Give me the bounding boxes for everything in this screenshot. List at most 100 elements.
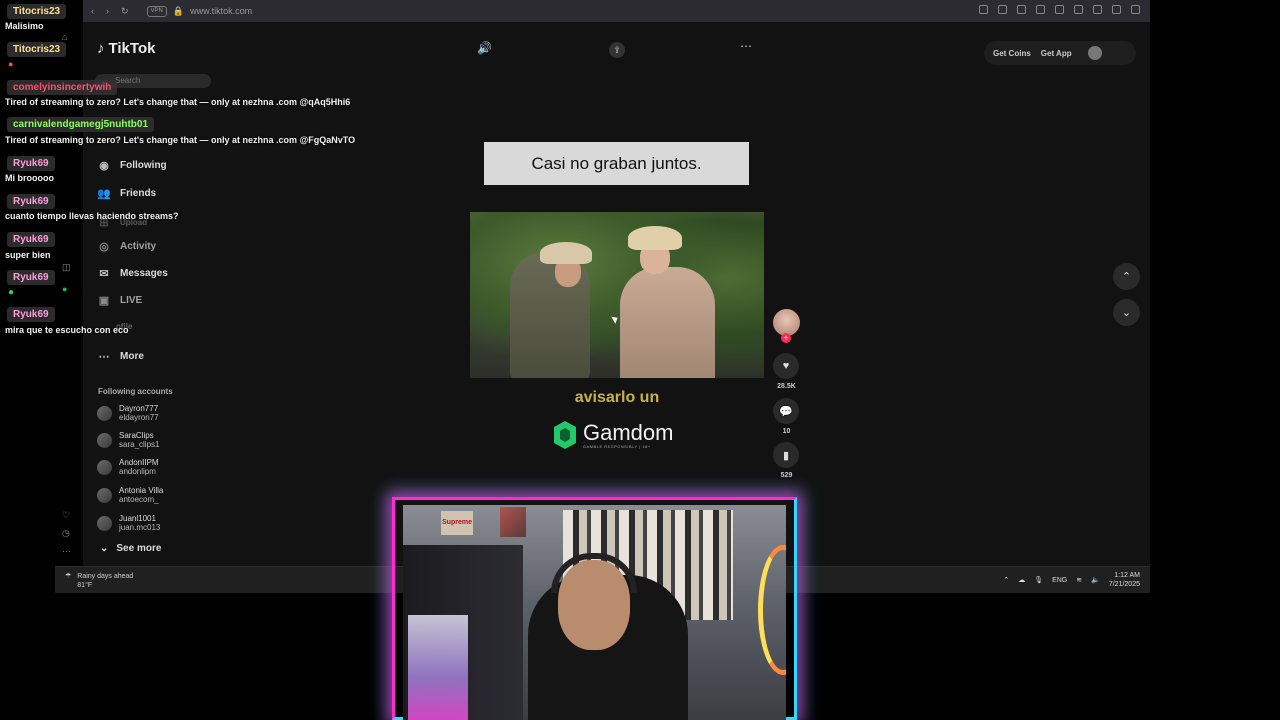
get-coins-button[interactable]: Get Coins <box>993 49 1031 58</box>
emote-icon: ● <box>8 287 15 298</box>
wifi-icon[interactable]: ≋ <box>1076 576 1082 584</box>
video-caption: Casi no graban juntos. <box>484 142 749 185</box>
chat-username: Ryuk69 <box>7 194 55 209</box>
previous-video-button[interactable]: ⌃ <box>1113 263 1140 290</box>
weather-icon: ☂ <box>65 573 72 580</box>
avatar <box>97 405 112 421</box>
see-more-label: See more <box>116 543 162 554</box>
video-player[interactable] <box>470 212 764 378</box>
chat-username: carnivalendgamegj5nuhtb01 <box>7 117 155 132</box>
clock[interactable]: 1:12 AM 7/21/2025 <box>1109 571 1140 589</box>
account-handle: sara_clips1 <box>119 440 160 449</box>
following-account[interactable]: SaraClips sara_clips1 <box>97 431 159 449</box>
nav-more[interactable]: ⋯ More <box>96 348 144 364</box>
avatar <box>97 487 112 503</box>
chat-username: Titocris23 <box>7 42 67 57</box>
profile-icon[interactable] <box>1112 5 1121 14</box>
emote-icon: ● <box>8 59 14 69</box>
following-account[interactable]: AndonIIPM andonlipm <box>97 458 159 476</box>
chevron-up-icon[interactable]: ⌃ <box>1003 576 1009 584</box>
chat-username: Ryuk69 <box>7 307 55 322</box>
user-avatar[interactable] <box>1087 46 1102 60</box>
see-more-button[interactable]: ⌄ See more <box>100 543 161 554</box>
chat-message: super bien <box>5 250 51 260</box>
account-name: Antonia Villa <box>119 486 164 495</box>
chat-message: Tired of streaming to zero? Let's change… <box>5 135 356 145</box>
chat-username: comelyinsincertywih <box>7 80 118 95</box>
weather-title: Rainy days ahead <box>77 573 134 580</box>
header-actions: Get Coins Get App <box>984 41 1136 65</box>
nav-more-label: More <box>120 350 144 362</box>
chevron-up-icon: ⌃ <box>1121 271 1132 283</box>
sponsor-logo: Gamdom GAMBLE RESPONSIBLY | 18+ <box>553 420 673 450</box>
supreme-sticker: Supreme <box>441 511 473 535</box>
following-accounts-heading: Following accounts <box>98 387 173 396</box>
toolbar-icon[interactable] <box>979 5 988 14</box>
wall-poster <box>500 507 526 537</box>
share-icon[interactable]: ⇪ <box>609 42 625 58</box>
account-name: Dayron777 <box>119 404 159 413</box>
video-subtitle: avisarlo un <box>574 389 660 406</box>
heart-icon[interactable]: ♥ <box>773 353 799 379</box>
comment-action[interactable]: 💬 10 <box>773 398 800 435</box>
heart-icon[interactable] <box>1055 5 1064 14</box>
download-icon[interactable] <box>1074 5 1083 14</box>
following-account[interactable]: Juanl1001 juan.mc013 <box>97 514 160 532</box>
language-indicator[interactable]: ENG <box>1052 577 1067 584</box>
creator-avatar[interactable] <box>773 309 800 336</box>
history-icon[interactable]: ◷ <box>62 528 74 540</box>
camera-icon[interactable] <box>998 5 1007 14</box>
chat-message: mira que te escucho con eco <box>5 325 129 335</box>
avatar <box>97 459 112 475</box>
chat-username: Titocris23 <box>7 4 67 19</box>
volume-icon[interactable]: 🔈 <box>1091 576 1100 584</box>
account-handle: andonlipm <box>119 467 156 476</box>
heart-icon[interactable]: ♡ <box>62 510 74 522</box>
weather-temp: 81°F <box>77 582 93 589</box>
gaming-pc <box>408 615 468 720</box>
account-handle: juan.mc013 <box>119 523 161 532</box>
stream-chat-overlay: Titocris23 Malisimo Titocris23 ● comelyi… <box>0 0 400 340</box>
extensions-icon[interactable] <box>1093 5 1102 14</box>
ring-light <box>758 545 786 675</box>
microphone-icon[interactable]: 🎙 <box>1034 576 1043 584</box>
shield-icon[interactable] <box>1017 5 1026 14</box>
follow-plus-icon[interactable]: + <box>781 333 791 343</box>
webcam-feed: Supreme <box>403 505 786 720</box>
cloud-icon[interactable]: ☁ <box>1018 576 1025 584</box>
chat-message: Malisimo <box>5 21 44 31</box>
save-action[interactable]: ▮ 529 <box>773 442 800 479</box>
cowboy-hat <box>540 242 592 264</box>
comment-count: 10 <box>782 428 791 435</box>
play-icon[interactable] <box>1036 5 1045 14</box>
account-name: AndonIIPM <box>119 458 159 467</box>
like-action[interactable]: ♥ 28.5K <box>773 353 800 390</box>
chat-username: Ryuk69 <box>7 232 55 247</box>
next-video-button[interactable]: ⌄ <box>1113 299 1140 326</box>
save-count: 529 <box>780 472 793 479</box>
clock-date: 7/21/2025 <box>1108 581 1140 588</box>
gamdom-logo-icon <box>554 421 576 449</box>
system-tray: ⌃ ☁ 🎙 ENG ≋ 🔈 1:12 AM 7/21/2025 <box>1003 571 1140 589</box>
bookmark-icon[interactable]: ▮ <box>773 442 799 468</box>
settings-icon[interactable] <box>1131 5 1140 14</box>
following-account[interactable]: Dayron777 eldayron77 <box>97 404 159 422</box>
following-account[interactable]: Antonia Villa antoecom_ <box>97 486 163 504</box>
comment-icon[interactable]: 💬 <box>773 398 799 424</box>
chat-message: Mi brooooo <box>5 173 54 183</box>
volume-icon[interactable]: 🔊 <box>477 41 492 55</box>
chat-username: Ryuk69 <box>7 156 55 171</box>
chat-message: Tired of streaming to zero? Let's change… <box>5 97 351 107</box>
video-person <box>620 267 715 378</box>
cowboy-hat <box>628 226 682 250</box>
more-icon[interactable]: ⋯ <box>62 546 74 558</box>
chevron-down-icon: ⌄ <box>1121 307 1132 319</box>
get-app-button[interactable]: Get App <box>1041 49 1072 58</box>
account-handle: antoecom_ <box>119 495 159 504</box>
avatar <box>97 432 112 448</box>
account-name: Juanl1001 <box>119 514 156 523</box>
more-options-icon[interactable]: ⋯ <box>740 39 752 53</box>
clock-time: 1:12 AM <box>1114 572 1140 579</box>
sponsor-name: Gamdom <box>583 419 674 445</box>
weather-widget[interactable]: ☂ Rainy days ahead 81°F <box>65 572 133 590</box>
